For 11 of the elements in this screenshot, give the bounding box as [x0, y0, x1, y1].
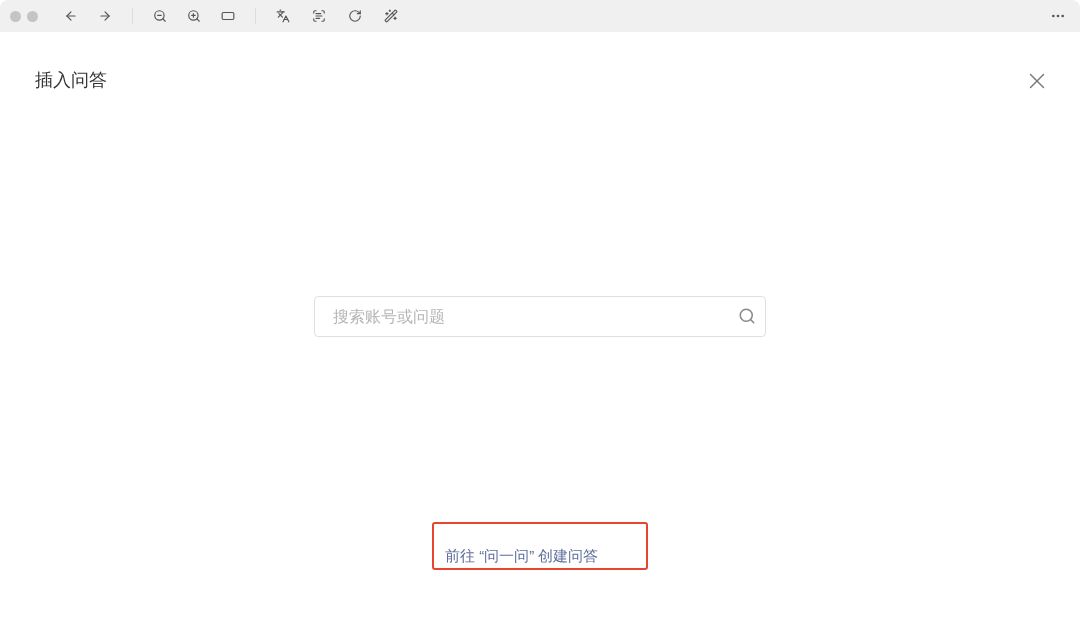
- rotate-icon[interactable]: [348, 9, 362, 23]
- zoom-out-icon[interactable]: [153, 9, 167, 23]
- search-field[interactable]: 搜索账号或问题: [314, 296, 766, 337]
- create-question-link[interactable]: 前往 “问一问” 创建问答: [445, 544, 599, 567]
- zoom-in-icon[interactable]: [187, 9, 201, 23]
- actual-size-icon[interactable]: [221, 9, 235, 23]
- translate-icon[interactable]: [276, 9, 290, 23]
- dialog-title: 插入问答: [35, 69, 107, 92]
- magic-wand-icon[interactable]: [384, 9, 398, 23]
- search-icon[interactable]: [738, 307, 756, 325]
- scan-text-icon[interactable]: [312, 9, 326, 23]
